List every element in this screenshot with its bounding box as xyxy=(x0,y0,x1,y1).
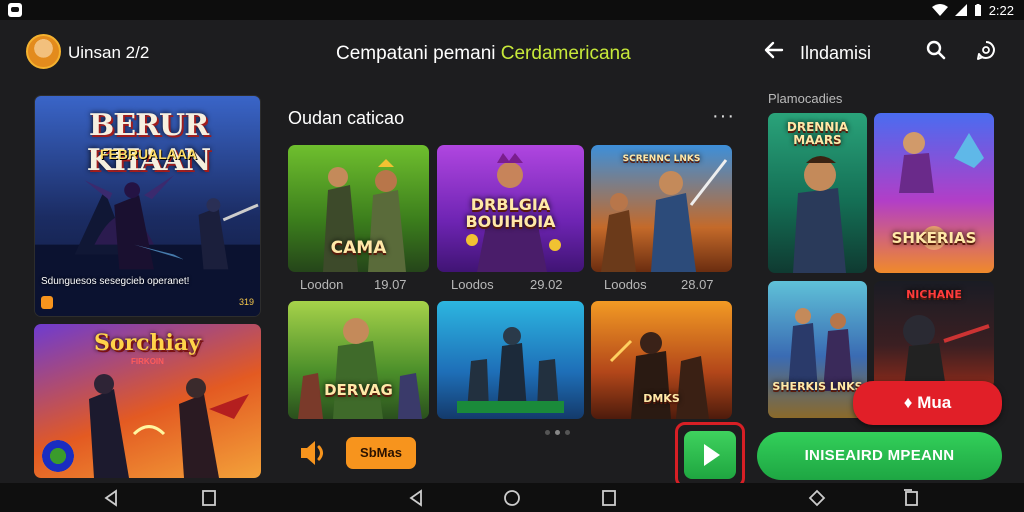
app-header: Uinsan 2/2 Cempatani pemani Cerdamerican… xyxy=(0,24,1024,80)
game-art-image xyxy=(457,327,564,413)
recommended-tile[interactable]: SHKERIAS xyxy=(874,113,994,273)
game-title: SCRENNC LNKS xyxy=(622,154,701,164)
recommended-tile[interactable]: DRENNIA MAARS xyxy=(768,113,867,273)
rating-badge-icon xyxy=(42,440,74,472)
game-art-image xyxy=(298,318,422,419)
featured-title: BERUR KHAAN xyxy=(86,108,211,178)
featured-count: 319 xyxy=(238,297,254,307)
featured-game-card[interactable]: BERUR KHAAN FEBRUALAAA Sdunguesos sesegc… xyxy=(34,95,261,317)
game-title: CAMA xyxy=(330,238,387,258)
avatar[interactable] xyxy=(26,34,61,69)
game-meta-date: 29.02 xyxy=(530,277,563,292)
recommended-art-image xyxy=(788,308,853,391)
multiplayer-icon: ♦ xyxy=(903,393,913,412)
page-title-accent: Cerdamericana xyxy=(500,43,631,64)
game-title: DERVAG xyxy=(324,381,393,399)
game-tile[interactable]: DMKS xyxy=(591,301,732,419)
game-tile[interactable] xyxy=(437,301,584,419)
recommended-tile[interactable]: NICHANE xyxy=(874,281,994,388)
overview-icon[interactable] xyxy=(900,487,922,509)
game-meta-date: 28.07 xyxy=(681,277,714,292)
more-button-label: Mua xyxy=(917,393,952,412)
featured-subtitle: FEBRUALAAA xyxy=(99,146,198,162)
game-tile[interactable]: DRBLGIA BOUIHOIA xyxy=(437,145,584,272)
featured-description: Sdunguesos sesegcieb operanet! xyxy=(41,276,190,287)
pager-dots[interactable] xyxy=(545,430,570,435)
recommended-title: DRENNIA MAARS xyxy=(786,120,849,147)
sound-icon[interactable] xyxy=(296,436,330,470)
right-section-label: Plamocadies xyxy=(768,91,843,106)
clock: 2:22 xyxy=(988,3,1014,18)
game-meta-category: Loodos xyxy=(451,277,494,292)
game-meta-date: 19.07 xyxy=(374,277,407,292)
system-tray: 2:22 xyxy=(931,3,1014,18)
recommended-tile[interactable]: SHERKIS LNKS xyxy=(768,281,867,418)
recommended-title: SHKERIAS xyxy=(891,229,977,247)
chat-search-icon[interactable] xyxy=(975,39,997,61)
pager-dot[interactable] xyxy=(545,430,550,435)
promo-subtitle: FIRKOIN xyxy=(131,357,164,366)
recommended-art-image xyxy=(899,132,984,250)
system-nav-bar xyxy=(0,483,1024,512)
game-tile[interactable]: DERVAG xyxy=(288,301,429,419)
pager-dot[interactable] xyxy=(555,430,560,435)
battery-icon xyxy=(974,4,981,16)
action-button[interactable]: SbMas xyxy=(346,437,416,469)
pager-dot[interactable] xyxy=(565,430,570,435)
panel-title: Ilndamisi xyxy=(800,43,872,63)
more-button[interactable]: ♦ Mua xyxy=(853,381,1002,425)
install-button[interactable]: INISEAIRD MPEANN xyxy=(757,432,1002,480)
back-triangle-icon[interactable] xyxy=(100,487,122,509)
signal-icon xyxy=(954,4,967,16)
recents-square-icon[interactable] xyxy=(198,487,220,509)
back-arrow-icon[interactable] xyxy=(763,39,785,61)
more-options-button[interactable]: ··· xyxy=(712,105,735,128)
page-title-prefix: Cempatani pemani xyxy=(336,43,501,64)
home-circle-icon[interactable] xyxy=(501,487,523,509)
section-title: Oudan caticao xyxy=(288,108,405,128)
game-meta-category: Loodos xyxy=(604,277,647,292)
back-diamond-icon[interactable] xyxy=(806,487,828,509)
recommended-title: NICHANE xyxy=(906,288,962,301)
play-button-highlight xyxy=(675,422,745,488)
status-bar: 2:22 xyxy=(0,0,1024,20)
page-title: Cempatani pemani Cerdamericana xyxy=(336,43,631,65)
back-triangle-icon[interactable] xyxy=(405,487,427,509)
game-title: DMKS xyxy=(643,392,680,405)
wifi-icon xyxy=(931,4,948,16)
username: Uinsan 2/2 xyxy=(68,43,150,62)
promo-game-card[interactable]: Sorchiay FIRKOIN xyxy=(34,324,261,478)
recents-square-icon[interactable] xyxy=(598,487,620,509)
featured-tag xyxy=(41,296,53,309)
app-notification-icon xyxy=(8,3,22,17)
game-tile[interactable]: CAMA xyxy=(288,145,429,272)
promo-title: Sorchiay xyxy=(94,330,201,356)
recommended-title: SHERKIS LNKS xyxy=(772,380,863,393)
game-title: DRBLGIA BOUIHOIA xyxy=(465,195,556,231)
search-icon[interactable] xyxy=(925,39,947,61)
game-tile[interactable]: SCRENNC LNKS xyxy=(591,145,732,272)
game-meta-category: Loodon xyxy=(300,277,344,292)
play-button[interactable] xyxy=(684,431,736,479)
